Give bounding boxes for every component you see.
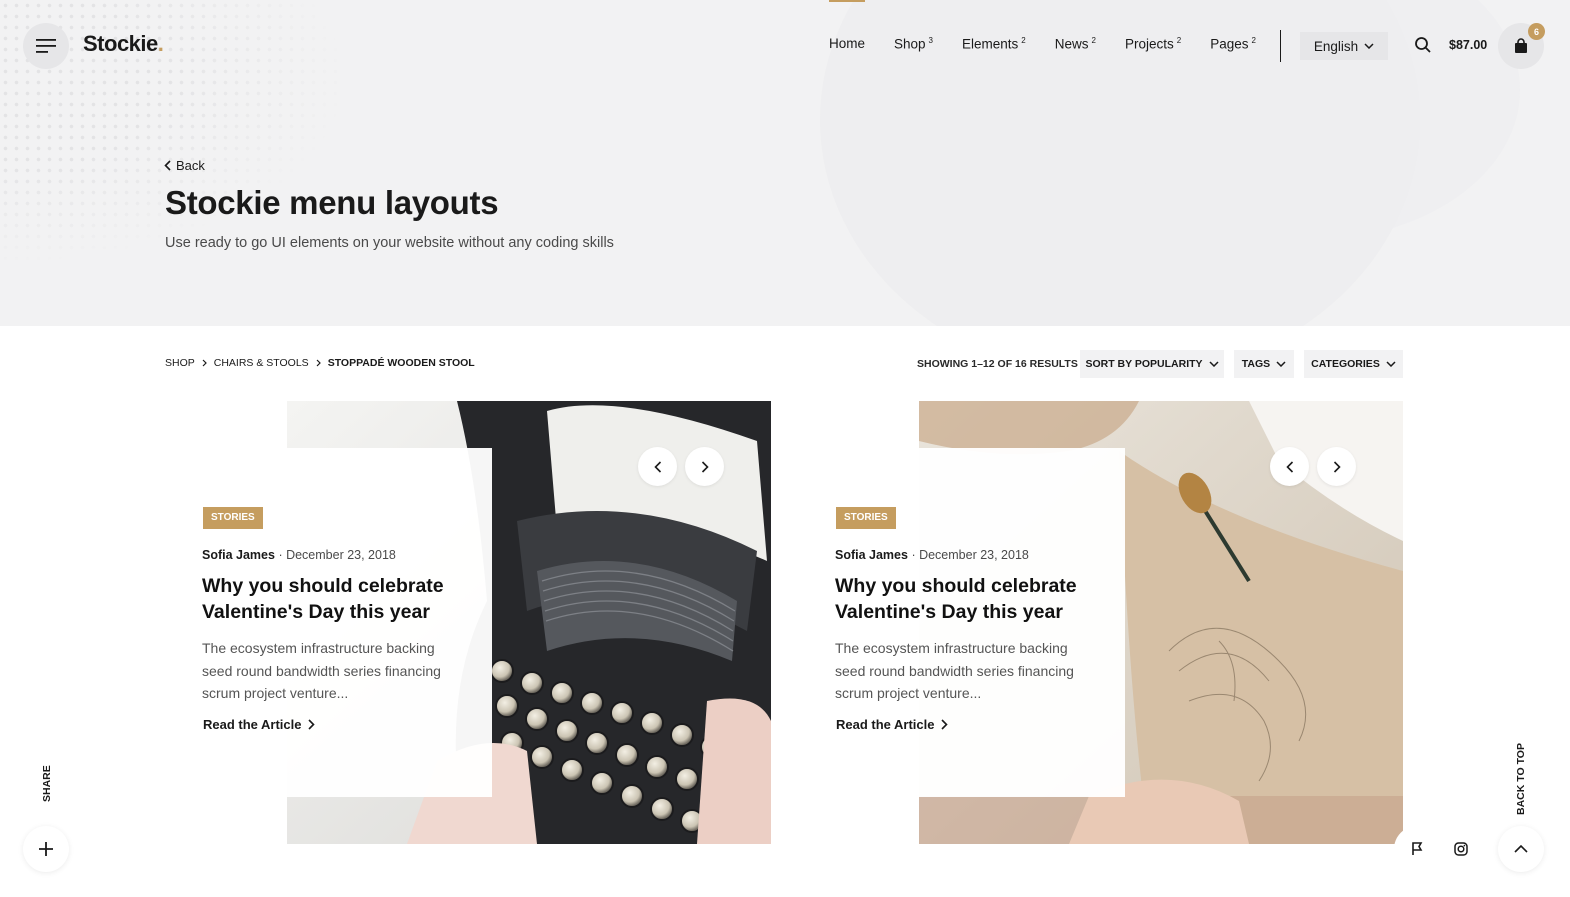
breadcrumb: Shop Chairs & Stools Stoppadé Wooden Sto… (165, 357, 475, 369)
back-to-top-button[interactable] (1498, 826, 1544, 872)
nav-item-elements[interactable]: Elements 2 (962, 36, 1026, 52)
chevron-right-icon (701, 460, 709, 473)
read-article-link[interactable]: Read the Article (203, 717, 315, 732)
nav-divider (1280, 30, 1281, 62)
chevron-right-icon (307, 719, 315, 730)
chevron-down-icon (1276, 361, 1286, 367)
menu-button[interactable] (23, 23, 69, 69)
back-label: Back (176, 158, 205, 173)
site-logo[interactable]: Stockie. (83, 31, 164, 57)
chevron-left-icon (653, 460, 661, 473)
back-link[interactable]: Back (164, 158, 205, 173)
category-tag[interactable]: Stories (836, 507, 896, 529)
nav-label: News (1054, 36, 1089, 52)
nav-label: Elements (962, 36, 1019, 52)
share-button[interactable] (23, 826, 69, 872)
chevron-right-icon (316, 359, 321, 367)
tags-label: Tags (1241, 358, 1271, 370)
instagram-icon (1454, 842, 1468, 856)
back-to-top-label: Back to top (1515, 743, 1527, 815)
read-article-link[interactable]: Read the Article (836, 717, 948, 732)
instagram-button[interactable] (1438, 826, 1484, 872)
nav-label: Projects (1124, 36, 1174, 52)
breadcrumb-item-chairs[interactable]: Chairs & Stools (214, 357, 309, 369)
language-select[interactable]: English (1300, 32, 1388, 60)
cart-count-badge: 6 (1528, 23, 1545, 40)
nav-count: 2 (1091, 36, 1096, 45)
main-nav: Home Shop 3 Elements 2 News 2 Projects 2 Pag… (829, 0, 1285, 52)
nav-item-news[interactable]: News 2 (1055, 36, 1096, 52)
read-article-label: Read the Article (836, 717, 935, 732)
page-subtitle: Use ready to go UI elements on your webs… (165, 235, 614, 251)
chevron-down-icon (1364, 43, 1374, 49)
chevron-left-icon (164, 160, 171, 171)
sort-label: Sort by popularity (1085, 358, 1203, 370)
nav-count: 2 (1021, 36, 1026, 45)
article-meta: Sofia James · December 23, 2018 (202, 548, 396, 562)
carousel-prev-button[interactable] (638, 447, 677, 486)
chevron-down-icon (1386, 361, 1396, 367)
article-author[interactable]: Sofia James (202, 548, 275, 562)
tags-filter[interactable]: Tags (1234, 350, 1294, 378)
nav-item-pages[interactable]: Pages 2 (1210, 36, 1256, 52)
chevron-right-icon (202, 359, 207, 367)
chevron-up-icon (1514, 845, 1528, 853)
nav-count: 2 (1176, 36, 1182, 45)
breadcrumb-current: Stoppadé Wooden Stool (327, 357, 475, 369)
article-author[interactable]: Sofia James (835, 548, 908, 562)
carousel-next-button[interactable] (1317, 447, 1356, 486)
chevron-down-icon (1209, 361, 1219, 367)
article-title[interactable]: Why you should celebrate Valentine's Day… (835, 573, 1105, 625)
chevron-right-icon (940, 719, 948, 730)
article-title[interactable]: Why you should celebrate Valentine's Day… (202, 573, 472, 625)
nav-label: Pages (1210, 36, 1249, 52)
chevron-left-icon (1285, 460, 1293, 473)
shopping-bag-icon (1515, 38, 1527, 53)
article-excerpt: The ecosystem infrastructure backing see… (835, 640, 1074, 701)
share-label: Share (41, 765, 53, 802)
categories-filter[interactable]: Categories (1304, 350, 1403, 378)
logo-text: Stockie (83, 31, 158, 56)
nav-item-shop[interactable]: Shop 3 (894, 36, 933, 52)
article-date: December 23, 2018 (919, 548, 1029, 562)
article-date: December 23, 2018 (286, 548, 396, 562)
categories-label: Categories (1311, 358, 1380, 370)
search-icon (1415, 37, 1431, 53)
nav-label: Shop (894, 36, 926, 52)
sort-select[interactable]: Sort by popularity (1080, 350, 1224, 378)
carousel-prev-button[interactable] (1270, 447, 1309, 486)
flag-button[interactable] (1394, 826, 1440, 872)
search-button[interactable] (1414, 36, 1434, 56)
plus-icon (39, 842, 53, 856)
hamburger-icon (36, 39, 56, 53)
nav-count: 2 (1251, 36, 1256, 45)
article-meta: Sofia James · December 23, 2018 (835, 548, 1029, 562)
page-title: Stockie menu layouts (165, 184, 499, 221)
logo-dot: . (157, 31, 164, 56)
article-excerpt: The ecosystem infrastructure backing see… (202, 640, 441, 701)
carousel-next-button[interactable] (685, 447, 724, 486)
nav-count: 3 (928, 36, 933, 45)
nav-label: Home (829, 36, 866, 52)
chevron-right-icon (1333, 460, 1341, 473)
cart-amount[interactable]: $87.00 (1449, 38, 1487, 52)
breadcrumb-item-shop[interactable]: Shop (165, 357, 195, 369)
nav-item-home[interactable]: Home (829, 0, 866, 52)
results-count: Showing 1–12 of 16 results (917, 358, 1078, 370)
read-article-label: Read the Article (203, 717, 302, 732)
flag-icon (1412, 842, 1423, 855)
nav-item-projects[interactable]: Projects 2 (1125, 36, 1181, 52)
language-label: English (1313, 38, 1359, 54)
category-tag[interactable]: Stories (203, 507, 263, 529)
